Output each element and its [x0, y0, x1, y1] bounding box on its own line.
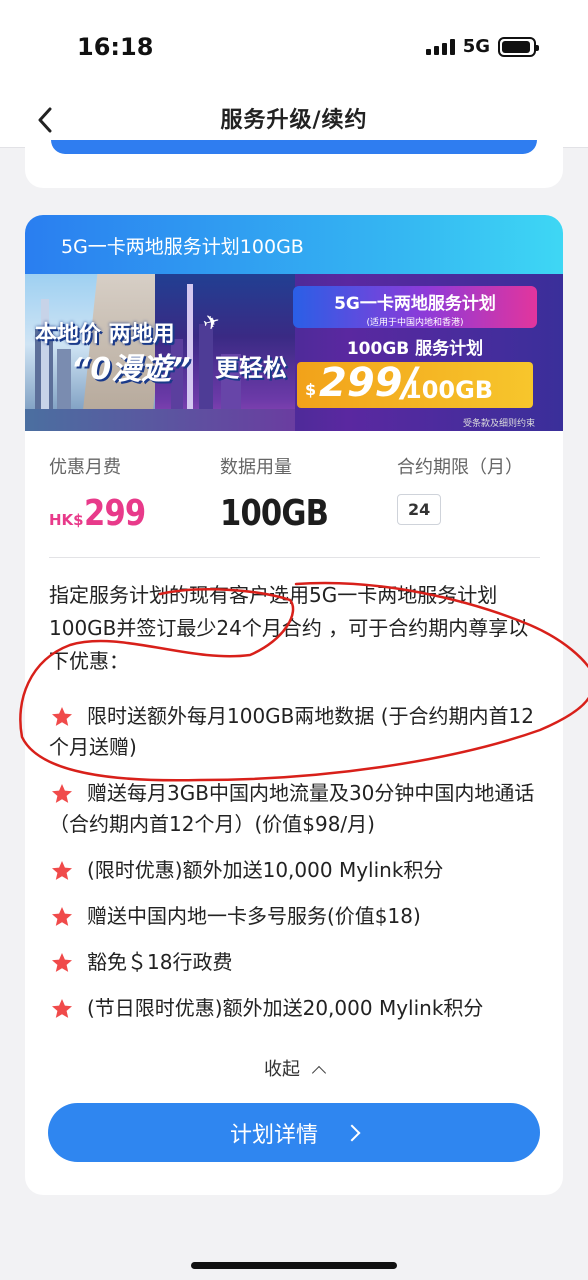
benefit-item: 赠送每月3GB中国内地流量及30分钟中国内地通话（合约期内首12个月）(价值$9… — [49, 778, 541, 840]
plan-details-button[interactable]: 计划详情 — [48, 1103, 540, 1162]
previous-plan-card — [25, 140, 563, 188]
fee-label: 优惠月费 — [49, 457, 121, 478]
page-title: 服务升级/续约 — [220, 108, 368, 133]
signal-icon — [425, 38, 455, 55]
chevron-up-icon — [311, 1065, 327, 1081]
star-icon — [52, 861, 72, 880]
promo-title-pill: 5G一卡两地服务计划 (适用于中国内地和香港) — [293, 286, 537, 328]
plan-title: 5G一卡两地服务计划100GB — [61, 236, 304, 258]
promo-title: 5G一卡两地服务计划 — [334, 294, 496, 314]
previous-plan-button[interactable] — [51, 140, 537, 154]
usage-label: 数据用量 — [220, 457, 292, 478]
benefit-item: (节日限时优惠)额外加送20,000 Mylink积分 — [49, 993, 541, 1024]
plan-stats: 优惠月费 HK$ 299 数据用量 100GB 合约期限（月） 24 — [49, 453, 539, 555]
star-icon — [52, 907, 72, 926]
banner-headline-zero-roaming: “0漫遊” — [71, 352, 191, 387]
promo-subtitle: (适用于中国内地和香港) — [366, 318, 464, 328]
battery-icon — [498, 36, 539, 57]
plan-card-header: 5G一卡两地服务计划100GB — [25, 215, 563, 274]
promo-currency: $ — [305, 380, 317, 399]
stat-data-usage: 数据用量 100GB — [220, 453, 347, 534]
benefit-item: 限时送额外每月100GB兩地数据 (于合约期内首12个月送赠) — [49, 701, 541, 763]
home-indicator — [191, 1262, 397, 1269]
term-label: 合约期限（月） — [397, 457, 523, 478]
banner-headline-easier: 更轻松 — [215, 354, 287, 382]
stat-contract-term: 合约期限（月） 24 — [397, 453, 523, 525]
benefit-text: (节日限时优惠)额外加送20,000 Mylink积分 — [87, 996, 484, 1020]
term-value: 24 — [397, 494, 442, 525]
benefit-text: 限时送额外每月100GB兩地数据 (于合约期内首12个月送赠) — [49, 704, 535, 759]
network-label: 5G — [462, 36, 490, 57]
banner-promo: 5G一卡两地服务计划 (适用于中国内地和香港) 100GB 服务计划 $ 299… — [293, 286, 537, 429]
fee-value: HK$ 299 — [49, 493, 156, 534]
benefit-item: 赠送中国内地一卡多号服务(价值$18) — [49, 901, 541, 932]
status-bar: 16:18 5G — [0, 0, 588, 92]
benefit-text: (限时优惠)额外加送10,000 Mylink积分 — [87, 858, 444, 882]
status-time: 16:18 — [77, 33, 154, 61]
plan-description: 指定服务计划的现有客户选用5G一卡两地服务计划100GB并签订最少24个月合约 … — [49, 583, 529, 673]
benefit-text: 豁免＄18行政费 — [87, 950, 233, 974]
chevron-right-icon — [343, 1124, 361, 1141]
promo-price-box: $ 299/ 100GB — [297, 360, 533, 408]
usage-value: 100GB — [220, 493, 329, 534]
status-icons: 5G — [425, 36, 539, 57]
star-icon — [52, 784, 72, 803]
collapse-toggle[interactable]: 收起 — [25, 1055, 563, 1081]
promo-price: 299/ — [319, 360, 418, 406]
benefit-list: 限时送额外每月100GB兩地数据 (于合约期内首12个月送赠) 赠送每月3GB中… — [49, 701, 541, 1039]
promo-unit: 100GB — [405, 376, 494, 404]
star-icon — [52, 707, 72, 726]
benefit-text: 赠送每月3GB中国内地流量及30分钟中国内地通话（合约期内首12个月）(价值$9… — [49, 781, 535, 836]
plan-card: 5G一卡两地服务计划100GB ✈ 本地价 两地用 “0漫遊” 更轻松 5G一卡… — [25, 215, 563, 1195]
benefit-text: 赠送中国内地一卡多号服务(价值$18) — [87, 904, 421, 928]
collapse-label: 收起 — [264, 1059, 300, 1080]
fee-currency: HK$ — [49, 511, 84, 529]
benefit-item: (限时优惠)额外加送10,000 Mylink积分 — [49, 855, 541, 886]
benefit-item: 豁免＄18行政费 — [49, 947, 541, 978]
plan-details-label: 计划详情 — [229, 1122, 318, 1148]
promo-terms: 受条款及细则约束 — [462, 419, 535, 429]
star-icon — [52, 999, 72, 1018]
promo-plan: 100GB 服务计划 — [346, 339, 484, 359]
stat-monthly-fee: 优惠月费 HK$ 299 — [49, 453, 156, 534]
star-icon — [52, 953, 72, 972]
fee-amount: 299 — [83, 493, 146, 534]
divider — [49, 557, 540, 558]
plan-banner: ✈ 本地价 两地用 “0漫遊” 更轻松 5G一卡两地服务计划 (适用于中国内地和… — [25, 274, 563, 431]
